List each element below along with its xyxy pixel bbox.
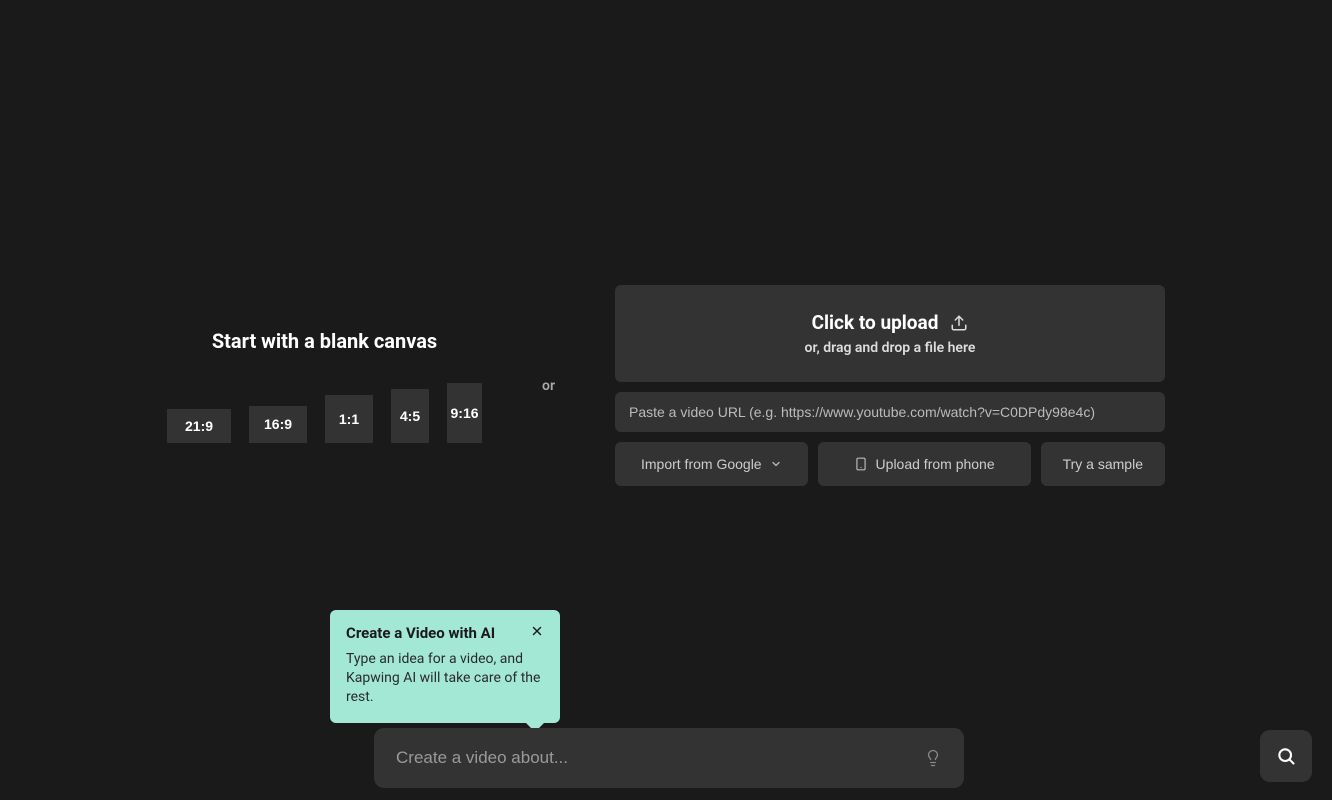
ai-prompt-bar: [374, 728, 964, 788]
chevron-down-icon: [770, 458, 782, 470]
try-sample-button[interactable]: Try a sample: [1041, 442, 1165, 486]
main-content: Start with a blank canvas 21:9 16:9 1:1 …: [0, 285, 1332, 486]
upload-title: Click to upload: [812, 311, 939, 334]
import-google-button[interactable]: Import from Google: [615, 442, 808, 486]
or-divider: or: [542, 378, 555, 394]
aspect-ratio-9-16-button[interactable]: 9:16: [447, 383, 482, 443]
upload-phone-label: Upload from phone: [876, 456, 995, 472]
aspect-ratio-group: 21:9 16:9 1:1 4:5 9:16: [167, 383, 482, 443]
search-icon: [1276, 746, 1296, 766]
ai-tooltip: Create a Video with AI Type an idea for …: [330, 610, 560, 723]
import-button-row: Import from Google Upload from phone: [615, 442, 1165, 486]
aspect-ratio-21-9-button[interactable]: 21:9: [167, 409, 231, 443]
tooltip-title: Create a Video with AI: [346, 624, 495, 642]
upload-dropzone[interactable]: Click to upload or, drag and drop a file…: [615, 285, 1165, 382]
upload-panel: Click to upload or, drag and drop a file…: [615, 285, 1165, 486]
video-url-input[interactable]: [615, 392, 1165, 432]
aspect-ratio-16-9-button[interactable]: 16:9: [249, 406, 307, 443]
upload-subtitle: or, drag and drop a file here: [805, 340, 976, 356]
blank-canvas-panel: Start with a blank canvas 21:9 16:9 1:1 …: [167, 329, 482, 443]
try-sample-label: Try a sample: [1063, 456, 1143, 472]
phone-icon: [854, 457, 868, 471]
tooltip-close-button[interactable]: [530, 624, 544, 638]
upload-from-phone-button[interactable]: Upload from phone: [818, 442, 1031, 486]
tooltip-header: Create a Video with AI: [346, 624, 544, 642]
upload-icon: [950, 314, 968, 332]
upload-title-row: Click to upload: [812, 311, 969, 334]
ai-prompt-input[interactable]: [396, 748, 924, 768]
aspect-ratio-4-5-button[interactable]: 4:5: [391, 389, 429, 443]
blank-canvas-title: Start with a blank canvas: [212, 329, 437, 353]
search-fab-button[interactable]: [1260, 730, 1312, 782]
import-google-label: Import from Google: [641, 456, 762, 472]
lightbulb-icon[interactable]: [924, 749, 942, 767]
aspect-ratio-1-1-button[interactable]: 1:1: [325, 395, 373, 443]
close-icon: [530, 624, 544, 638]
tooltip-body: Type an idea for a video, and Kapwing AI…: [346, 650, 544, 707]
